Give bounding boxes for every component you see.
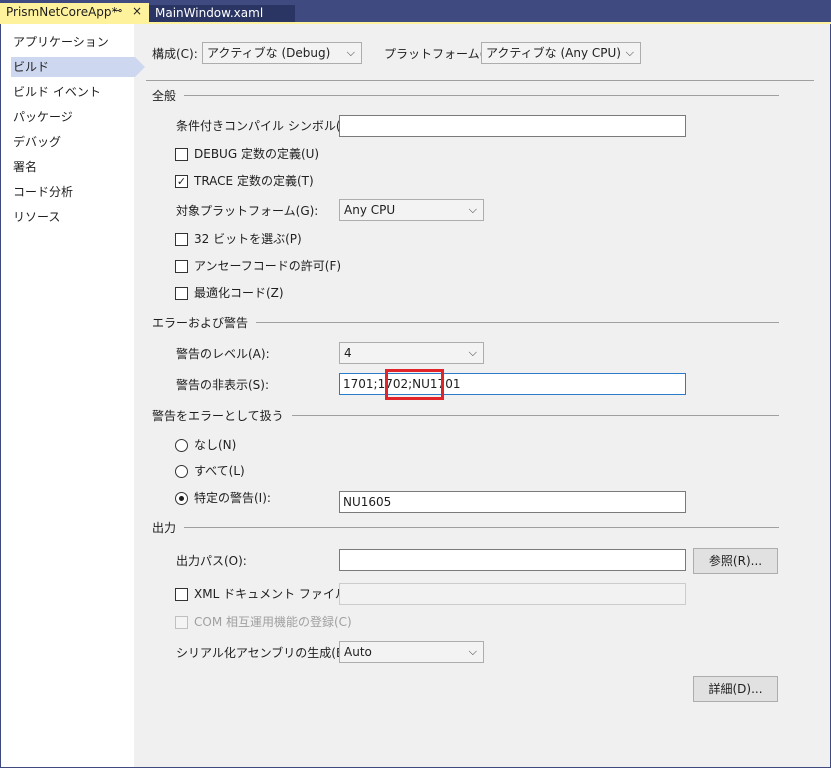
treat-specific-radio[interactable]	[175, 492, 188, 505]
output-path-label: 出力パス(O):	[176, 554, 247, 568]
section-divider	[152, 527, 779, 528]
chevron-down-icon: ⌵	[625, 46, 634, 59]
sidebar-item-package[interactable]: パッケージ	[13, 107, 73, 127]
sidebar-item-label: ビルド イベント	[13, 85, 101, 99]
sidebar-item-signing[interactable]: 署名	[13, 157, 37, 177]
treat-none-label: なし(N)	[194, 438, 237, 452]
chevron-down-icon: ⌵	[468, 645, 477, 658]
serialization-label: シリアル化アセンブリの生成(E):	[176, 646, 353, 660]
advanced-button[interactable]: 詳細(D)...	[693, 676, 778, 702]
warning-level-label: 警告のレベル(A):	[176, 347, 270, 361]
sidebar-item-resources[interactable]: リソース	[13, 207, 60, 227]
tab-label: MainWindow.xaml	[155, 6, 264, 20]
prefer32-label: 32 ビットを選ぶ(P)	[194, 232, 302, 246]
specific-warnings-input[interactable]: NU1605	[339, 491, 686, 513]
sidebar-item-label: 署名	[13, 160, 38, 174]
xml-doc-checkbox[interactable]	[175, 588, 188, 601]
sidebar-item-build[interactable]: ビルド	[11, 57, 145, 77]
treat-warnings-section-title: 警告をエラーとして扱う	[152, 407, 292, 424]
serialization-dropdown[interactable]: Auto ⌵	[339, 641, 484, 663]
sidebar-item-code-analysis[interactable]: コード分析	[13, 182, 73, 202]
warning-level-dropdown[interactable]: 4 ⌵	[339, 342, 484, 364]
target-platform-dropdown[interactable]: Any CPU ⌵	[339, 199, 484, 221]
sidebar-item-label: コード分析	[13, 185, 74, 199]
sidebar: アプリケーション ビルド ビルド イベント パッケージ デバッグ 署名 コード分…	[1, 24, 145, 767]
treat-none-radio[interactable]	[175, 439, 188, 452]
sidebar-item-build-events[interactable]: ビルド イベント	[13, 82, 101, 102]
optimize-checkbox[interactable]	[175, 287, 188, 300]
errors-section-title: エラーおよび警告	[152, 314, 257, 331]
serialization-value: Auto	[344, 645, 372, 659]
browse-button[interactable]: 参照(R)...	[693, 548, 778, 574]
debug-label: DEBUG 定数の定義(U)	[194, 147, 320, 161]
prefer32-checkbox[interactable]	[175, 233, 188, 246]
chevron-down-icon: ⌵	[468, 203, 477, 216]
toolbar-divider	[146, 80, 814, 81]
platform-dropdown[interactable]: アクティブな (Any CPU) ⌵	[481, 42, 641, 64]
config-dropdown[interactable]: アクティブな (Debug) ⌵	[202, 42, 362, 64]
symbols-label: 条件付きコンパイル シンボル(Y):	[176, 119, 357, 133]
unsafe-checkbox[interactable]	[175, 260, 188, 273]
treat-all-label: すべて(L)	[194, 464, 245, 478]
suppress-warnings-label: 警告の非表示(S):	[176, 378, 270, 392]
pin-icon[interactable]: ⊸	[113, 4, 122, 17]
target-platform-value: Any CPU	[344, 203, 396, 217]
config-label: 構成(C):	[152, 47, 198, 61]
tab-label: PrismNetCoreApp*	[6, 5, 118, 19]
treat-all-radio[interactable]	[175, 465, 188, 478]
com-interop-label: COM 相互運用機能の登録(C)	[194, 615, 352, 629]
debug-checkbox[interactable]	[175, 148, 188, 161]
selection-arrow-icon	[135, 57, 145, 77]
symbols-input[interactable]	[339, 115, 686, 137]
xml-doc-input[interactable]	[339, 583, 686, 605]
target-platform-label: 対象プラットフォーム(G):	[176, 204, 319, 218]
tab-mainwindow-xaml[interactable]: MainWindow.xaml	[149, 5, 295, 22]
config-value: アクティブな (Debug)	[207, 46, 331, 60]
optimize-label: 最適化コード(Z)	[194, 286, 284, 300]
sidebar-item-label: パッケージ	[13, 110, 73, 124]
output-section-title: 出力	[152, 519, 185, 536]
com-interop-checkbox	[175, 616, 188, 629]
output-path-input[interactable]	[339, 549, 686, 571]
close-icon[interactable]: ×	[132, 4, 142, 18]
warning-level-value: 4	[344, 346, 352, 360]
platform-value: アクティブな (Any CPU)	[486, 46, 621, 60]
sidebar-item-label: リソース	[13, 210, 61, 224]
sidebar-item-application[interactable]: アプリケーション	[13, 32, 109, 52]
sidebar-item-debug[interactable]: デバッグ	[13, 132, 61, 152]
unsafe-label: アンセーフコードの許可(F)	[194, 259, 342, 273]
sidebar-item-label: ビルド	[13, 60, 50, 74]
chevron-down-icon: ⌵	[346, 46, 355, 59]
section-divider	[152, 95, 779, 96]
trace-label: TRACE 定数の定義(T)	[194, 174, 314, 188]
radio-dot	[179, 496, 184, 501]
sidebar-item-label: アプリケーション	[13, 35, 109, 49]
chevron-down-icon: ⌵	[468, 346, 477, 359]
general-section-title: 全般	[152, 87, 185, 104]
treat-specific-label: 特定の警告(I):	[194, 491, 271, 505]
highlight-box	[385, 369, 444, 400]
tab-prismnetcoreapp[interactable]: PrismNetCoreApp* ⊸ ×	[0, 3, 149, 22]
sidebar-item-label: デバッグ	[13, 135, 62, 149]
check-icon: ✓	[176, 175, 187, 188]
trace-checkbox[interactable]: ✓	[175, 175, 188, 188]
